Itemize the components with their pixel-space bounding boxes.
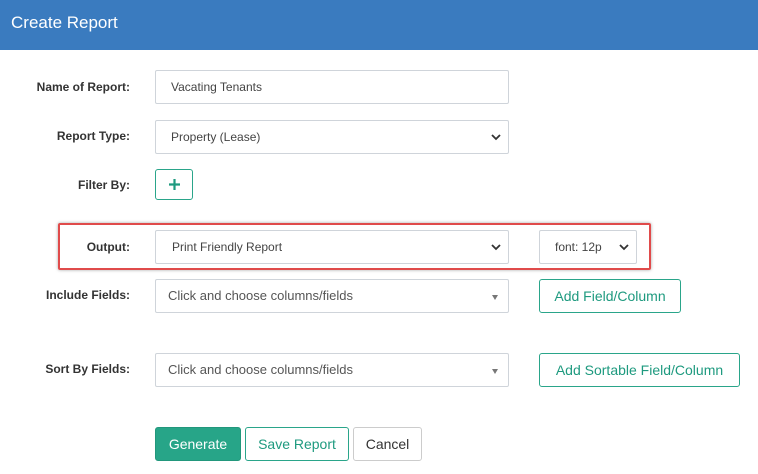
- include-fields-placeholder: Click and choose columns/fields: [168, 288, 353, 303]
- include-fields-label: Include Fields:: [45, 288, 130, 302]
- report-type-select[interactable]: Property (Lease): [155, 120, 509, 154]
- output-label: Output:: [86, 240, 130, 254]
- sort-fields-select[interactable]: Click and choose columns/fields: [155, 353, 509, 387]
- save-report-button[interactable]: Save Report: [245, 427, 349, 461]
- chevron-down-icon: [618, 241, 630, 253]
- sort-by-fields-label: Sort By Fields:: [45, 362, 130, 376]
- caret-down-icon: [492, 295, 498, 300]
- filter-by-label: Filter By:: [77, 178, 130, 192]
- report-name-input[interactable]: Vacating Tenants: [155, 70, 509, 104]
- report-name-value: Vacating Tenants: [171, 80, 262, 94]
- add-filter-button[interactable]: [155, 169, 193, 200]
- sort-fields-placeholder: Click and choose columns/fields: [168, 362, 353, 377]
- dialog-title: Create Report: [11, 13, 118, 32]
- report-type-label: Report Type:: [56, 129, 130, 143]
- output-select[interactable]: Print Friendly Report: [155, 230, 509, 264]
- name-of-report-label: Name of Report:: [36, 80, 130, 94]
- output-value: Print Friendly Report: [172, 240, 283, 254]
- report-type-value: Property (Lease): [171, 130, 261, 144]
- chevron-down-icon: [490, 131, 502, 143]
- font-size-select[interactable]: font: 12p: [539, 230, 637, 264]
- plus-icon: [168, 178, 181, 196]
- add-sortable-field-button[interactable]: Add Sortable Field/Column: [539, 353, 740, 387]
- font-size-value: font: 12p: [555, 240, 602, 254]
- generate-button[interactable]: Generate: [155, 427, 241, 461]
- include-fields-select[interactable]: Click and choose columns/fields: [155, 279, 509, 313]
- cancel-button[interactable]: Cancel: [353, 427, 422, 461]
- chevron-down-icon: [490, 241, 502, 253]
- add-field-button[interactable]: Add Field/Column: [539, 279, 681, 313]
- dialog-header: Create Report: [0, 0, 758, 50]
- caret-down-icon: [492, 369, 498, 374]
